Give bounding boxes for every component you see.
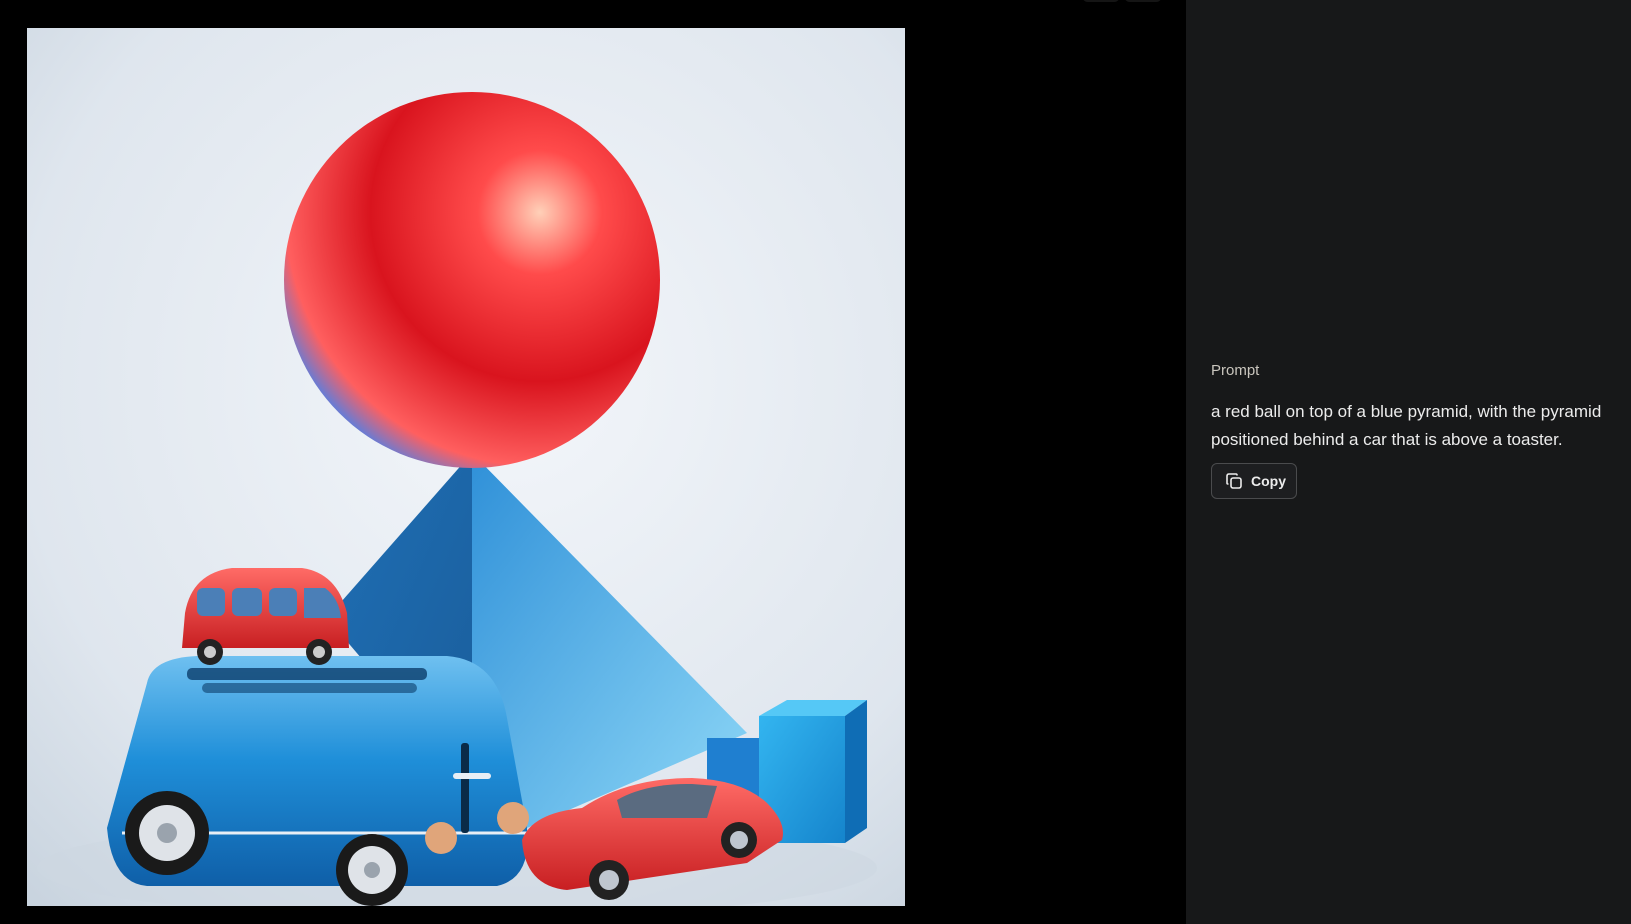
prompt-panel: Prompt a red ball on top of a blue pyram… xyxy=(1186,0,1631,924)
generated-image[interactable] xyxy=(27,28,905,906)
copy-icon xyxy=(1225,472,1243,490)
toolbar-button[interactable] xyxy=(1124,0,1162,2)
copy-button[interactable]: Copy xyxy=(1211,463,1297,499)
image-viewer xyxy=(0,0,1186,924)
copy-label: Copy xyxy=(1251,473,1286,489)
prompt-label: Prompt xyxy=(1211,362,1260,379)
prompt-text: a red ball on top of a blue pyramid, wit… xyxy=(1211,402,1602,449)
toolbar-button[interactable] xyxy=(1082,0,1120,2)
